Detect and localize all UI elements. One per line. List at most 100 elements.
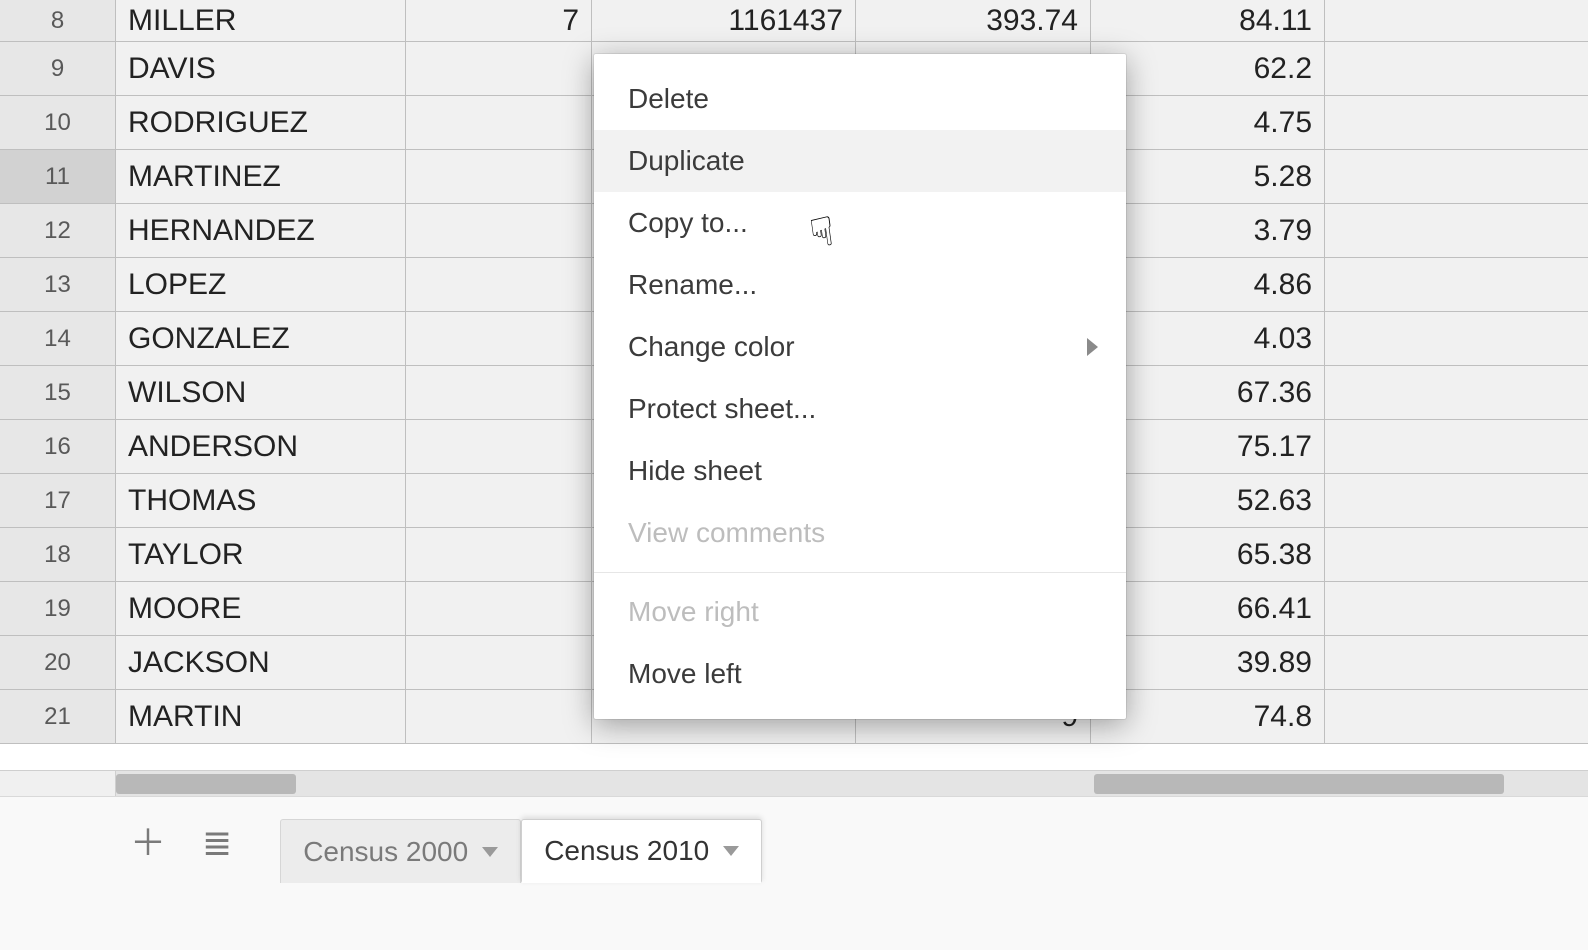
name[interactable]: JACKSON — [116, 636, 406, 690]
row-header[interactable]: 9 — [0, 42, 116, 96]
table-row[interactable]: 8MILLER71161437393.7484.11 — [0, 0, 1588, 42]
cell-rank[interactable] — [406, 366, 592, 420]
cell-empty[interactable] — [1325, 42, 1588, 96]
menu-label: Hide sheet — [628, 455, 762, 487]
cell-empty[interactable] — [1325, 420, 1588, 474]
cell-rank[interactable] — [406, 312, 592, 366]
submenu-arrow-icon — [1087, 338, 1098, 356]
cell-rank[interactable] — [406, 42, 592, 96]
cell-empty[interactable] — [1325, 312, 1588, 366]
cell-rank[interactable] — [406, 420, 592, 474]
cell-empty[interactable] — [1325, 258, 1588, 312]
cell-colE[interactable]: 84.11 — [1091, 0, 1325, 42]
cell-empty[interactable] — [1325, 150, 1588, 204]
row-header[interactable]: 10 — [0, 96, 116, 150]
name[interactable]: LOPEZ — [116, 258, 406, 312]
sheet-tab-label: Census 2000 — [303, 836, 468, 868]
row-header[interactable]: 20 — [0, 636, 116, 690]
cell-empty[interactable] — [1325, 582, 1588, 636]
cell-colE[interactable]: 4.75 — [1091, 96, 1325, 150]
row-header[interactable]: 18 — [0, 528, 116, 582]
menu-copy-to[interactable]: Copy to... — [594, 192, 1126, 254]
scroll-thumb-left[interactable] — [116, 774, 296, 794]
cell-colE[interactable]: 75.17 — [1091, 420, 1325, 474]
menu-rename[interactable]: Rename... — [594, 254, 1126, 316]
cell-rank[interactable] — [406, 204, 592, 258]
menu-label: Move left — [628, 658, 742, 690]
row-header[interactable]: 19 — [0, 582, 116, 636]
name[interactable]: MOORE — [116, 582, 406, 636]
cell-colE[interactable]: 3.79 — [1091, 204, 1325, 258]
row-header[interactable]: 8 — [0, 0, 116, 42]
cell-rank[interactable] — [406, 150, 592, 204]
row-header[interactable]: 12 — [0, 204, 116, 258]
cell-rank[interactable] — [406, 96, 592, 150]
sheet-tab-census-2000[interactable]: Census 2000 — [280, 819, 521, 883]
scroll-thumb-right[interactable] — [1094, 774, 1504, 794]
cell-rank[interactable] — [406, 690, 592, 744]
name[interactable]: WILSON — [116, 366, 406, 420]
cell-rank[interactable] — [406, 528, 592, 582]
cell-colE[interactable]: 4.86 — [1091, 258, 1325, 312]
cell-empty[interactable] — [1325, 204, 1588, 258]
cell-empty[interactable] — [1325, 366, 1588, 420]
all-sheets-icon[interactable]: ≣ — [202, 825, 230, 861]
menu-duplicate[interactable]: Duplicate — [594, 130, 1126, 192]
cell-rank[interactable] — [406, 582, 592, 636]
name[interactable]: RODRIGUEZ — [116, 96, 406, 150]
menu-hide-sheet[interactable]: Hide sheet — [594, 440, 1126, 502]
cell-colE[interactable]: 4.03 — [1091, 312, 1325, 366]
name[interactable]: MARTIN — [116, 690, 406, 744]
cell-colD[interactable]: 393.74 — [856, 0, 1091, 42]
menu-label: Delete — [628, 83, 709, 115]
cell-colE[interactable]: 67.36 — [1091, 366, 1325, 420]
sheet-tab-census-2010[interactable]: Census 2010 — [521, 819, 762, 883]
cell-count[interactable]: 1161437 — [592, 0, 856, 42]
row-header[interactable]: 11 — [0, 150, 116, 204]
cell-colE[interactable]: 52.63 — [1091, 474, 1325, 528]
cell-colE[interactable]: 74.8 — [1091, 690, 1325, 744]
menu-change-color[interactable]: Change color — [594, 316, 1126, 378]
cell-colE[interactable]: 39.89 — [1091, 636, 1325, 690]
name[interactable]: MARTINEZ — [116, 150, 406, 204]
cell-colE[interactable]: 66.41 — [1091, 582, 1325, 636]
cell-colE[interactable]: 5.28 — [1091, 150, 1325, 204]
cell-empty[interactable] — [1325, 636, 1588, 690]
name[interactable]: DAVIS — [116, 42, 406, 96]
sheet-tab-label: Census 2010 — [544, 835, 709, 867]
cell-colE[interactable]: 65.38 — [1091, 528, 1325, 582]
menu-move-left[interactable]: Move left — [594, 643, 1126, 705]
cell-empty[interactable] — [1325, 96, 1588, 150]
tab-dropdown-icon[interactable] — [723, 846, 739, 856]
menu-delete[interactable]: Delete — [594, 68, 1126, 130]
cell-rank[interactable] — [406, 636, 592, 690]
cell-empty[interactable] — [1325, 528, 1588, 582]
row-header[interactable]: 14 — [0, 312, 116, 366]
name[interactable]: TAYLOR — [116, 528, 406, 582]
name[interactable]: GONZALEZ — [116, 312, 406, 366]
row-header[interactable]: 15 — [0, 366, 116, 420]
menu-protect-sheet[interactable]: Protect sheet... — [594, 378, 1126, 440]
cell-empty[interactable] — [1325, 474, 1588, 528]
menu-move-right: Move right — [594, 581, 1126, 643]
cell-empty[interactable] — [1325, 0, 1588, 42]
row-header[interactable]: 13 — [0, 258, 116, 312]
menu-label: Copy to... — [628, 207, 748, 239]
cell-colE[interactable]: 62.2 — [1091, 42, 1325, 96]
row-header[interactable]: 17 — [0, 474, 116, 528]
cell-rank[interactable] — [406, 474, 592, 528]
name[interactable]: THOMAS — [116, 474, 406, 528]
name[interactable]: MILLER — [116, 0, 406, 42]
row-header[interactable]: 16 — [0, 420, 116, 474]
name[interactable]: ANDERSON — [116, 420, 406, 474]
menu-label: Move right — [628, 596, 759, 628]
tab-dropdown-icon[interactable] — [482, 847, 498, 857]
cell-empty[interactable] — [1325, 690, 1588, 744]
cell-rank[interactable] — [406, 258, 592, 312]
horizontal-scrollbar[interactable] — [116, 770, 1588, 796]
row-header[interactable]: 21 — [0, 690, 116, 744]
cell-rank[interactable]: 7 — [406, 0, 592, 42]
name[interactable]: HERNANDEZ — [116, 204, 406, 258]
menu-label: Change color — [628, 331, 795, 363]
add-sheet-icon[interactable]: ＋ — [130, 825, 166, 861]
